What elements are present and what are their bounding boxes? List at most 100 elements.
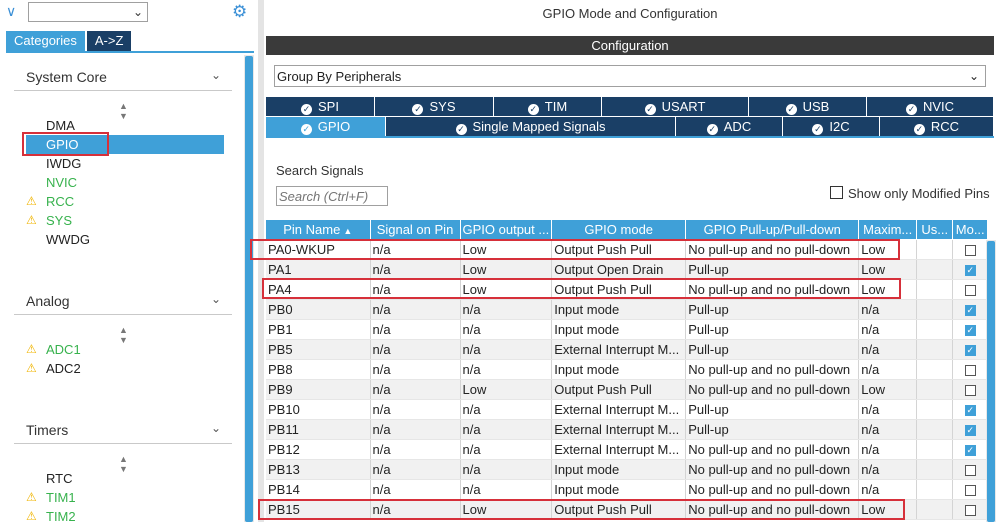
sidebar-item-dma[interactable]: DMA [26,116,224,135]
modified-checkbox[interactable] [964,485,976,497]
tab-a-to-z[interactable]: A->Z [86,31,132,51]
modified-checkbox[interactable]: ✓ [964,445,976,457]
tab-usb[interactable]: ✓ USB [749,97,867,116]
tab-single-mapped-signals[interactable]: ✓ Single Mapped Signals [386,117,676,136]
chevron-down-icon[interactable]: ⌄ [211,68,221,82]
warning-icon: ⚠ [26,509,37,523]
section-divider [14,90,232,91]
column-header-gpio-output[interactable]: GPIO output ... [460,220,553,240]
tab-categories[interactable]: Categories [6,31,85,51]
modified-checkbox[interactable] [964,505,976,517]
gpio-config-panel: GPIO Mode and Configuration Configuratio… [250,0,996,522]
modified-checkbox[interactable]: ✓ [964,265,976,277]
modified-checkbox[interactable] [964,385,976,397]
sidebar-item-label: RCC [46,194,75,209]
tab-spi[interactable]: ✓ SPI [266,97,375,116]
table-row[interactable]: PB0 n/a n/a Input mode Pull-up n/a ✓ [266,299,989,320]
group-by-select[interactable]: Group By Peripherals ⌄ [274,65,986,87]
cell-pull: No pull-up and no pull-down [685,239,860,260]
tab-label: ADC [723,119,752,134]
chevron-down-icon[interactable]: ⌄ [211,292,221,306]
modified-checkbox[interactable]: ✓ [964,405,976,417]
modified-checkbox[interactable]: ✓ [964,305,976,317]
column-header-modified[interactable]: Mo... [952,220,989,240]
cell-gpio-output: n/a [460,399,553,420]
table-row[interactable]: PB5 n/a n/a External Interrupt M... Pull-up n… [266,339,989,360]
sidebar-item-rtc[interactable]: RTC [26,469,224,488]
tab-label: TIM [544,99,568,114]
table-row[interactable]: PB10 n/a n/a External Interrupt M... Pull-up… [266,399,989,420]
tab-adc[interactable]: ✓ ADC [676,117,783,136]
sidebar-item-gpio[interactable]: GPIO [26,135,224,154]
sidebar-item-rcc[interactable]: ⚠ RCC [26,192,224,211]
section-title-timers[interactable]: Timers [26,422,68,438]
sidebar-item-nvic[interactable]: NVIC [26,173,224,192]
cell-pull: No pull-up and no pull-down [685,439,860,460]
tab-usart[interactable]: ✓ USART [602,97,749,116]
chevron-down-icon[interactable]: ⌄ [133,5,143,19]
table-row[interactable]: PB12 n/a n/a External Interrupt M... No pull… [266,439,989,460]
cell-gpio-mode: Output Push Pull [551,279,687,300]
modified-checkbox[interactable]: ✓ [964,325,976,337]
table-row[interactable]: PB9 n/a Low Output Push Pull No pull-up and … [266,379,989,400]
cell-pin-name: PB8 [266,359,371,380]
section-title-system-core[interactable]: System Core [26,69,107,85]
modified-checkbox[interactable] [964,245,976,257]
filter-toggle-icon[interactable]: ∨ [6,3,16,20]
cell-gpio-output: n/a [460,359,553,380]
checkbox-icon[interactable] [830,186,843,199]
column-header-signal[interactable]: Signal on Pin [370,220,461,240]
cell-user-label [916,399,954,420]
table-row[interactable]: PB15 n/a Low Output Push Pull No pull-up and… [266,499,989,520]
tab-tim[interactable]: ✓ TIM [494,97,602,116]
cell-gpio-output: Low [460,239,553,260]
sidebar-item-sys[interactable]: ⚠ SYS [26,211,224,230]
tab-label: RCC [930,119,960,134]
table-scrollbar-thumb[interactable] [987,241,995,522]
modified-checkbox[interactable]: ✓ [964,345,976,357]
chevron-down-icon[interactable]: ⌄ [969,69,979,83]
sidebar-item-tim2[interactable]: ⚠ TIM2 [26,507,224,526]
cell-signal: n/a [370,499,461,520]
search-input[interactable] [276,186,388,206]
table-row[interactable]: PA4 n/a Low Output Push Pull No pull-up and … [266,279,989,300]
tab-nvic[interactable]: ✓ NVIC [867,97,994,116]
cell-gpio-output: n/a [460,459,553,480]
gear-icon[interactable]: ⚙ [232,3,247,21]
tab-i2c[interactable]: ✓ I2C [783,117,880,136]
cell-gpio-output: n/a [460,419,553,440]
sidebar-item-iwdg[interactable]: IWDG [26,154,224,173]
table-row[interactable]: PB8 n/a n/a Input mode No pull-up and no pul… [266,359,989,380]
tab-sys[interactable]: ✓ SYS [375,97,494,116]
sidebar-item-tim1[interactable]: ⚠ TIM1 [26,488,224,507]
table-row[interactable]: PB13 n/a n/a Input mode No pull-up and no pu… [266,459,989,480]
cell-user-label [916,319,954,340]
table-row[interactable]: PB14 n/a n/a Input mode No pull-up and no pu… [266,479,989,500]
cell-max-speed: Low [858,239,918,260]
table-row[interactable]: PA0-WKUP n/a Low Output Push Pull No pull-up… [266,239,989,260]
cell-pull: Pull-up [685,259,860,280]
chevron-down-icon[interactable]: ⌄ [211,421,221,435]
column-header-user-label[interactable]: Us... [916,220,954,240]
sidebar-item-wwdg[interactable]: WWDG [26,230,224,249]
column-header-pin-name[interactable]: Pin Name ▲ [266,220,371,240]
tab-gpio[interactable]: ✓ GPIO [266,117,386,136]
show-only-modified-toggle[interactable]: Show only Modified Pins [830,186,990,201]
cell-gpio-mode: Input mode [551,319,687,340]
modified-checkbox[interactable] [964,285,976,297]
table-row[interactable]: PA1 n/a Low Output Open Drain Pull-up Low ✓ [266,259,989,280]
sidebar-item-adc2[interactable]: ⚠ ADC2 [26,359,224,378]
column-header-max-speed[interactable]: Maxim... [858,220,918,240]
sidebar-item-adc1[interactable]: ⚠ ADC1 [26,340,224,359]
modified-checkbox[interactable] [964,365,976,377]
column-header-pull[interactable]: GPIO Pull-up/Pull-down [685,220,860,240]
tab-rcc[interactable]: ✓ RCC [880,117,994,136]
left-scrollbar-thumb[interactable] [245,56,253,522]
column-header-gpio-mode[interactable]: GPIO mode [551,220,687,240]
peripheral-search-combo[interactable]: ⌄ [28,2,148,22]
section-title-analog[interactable]: Analog [26,293,70,309]
table-row[interactable]: PB11 n/a n/a External Interrupt M... Pull-up… [266,419,989,440]
table-row[interactable]: PB1 n/a n/a Input mode Pull-up n/a ✓ [266,319,989,340]
modified-checkbox[interactable] [964,465,976,477]
modified-checkbox[interactable]: ✓ [964,425,976,437]
